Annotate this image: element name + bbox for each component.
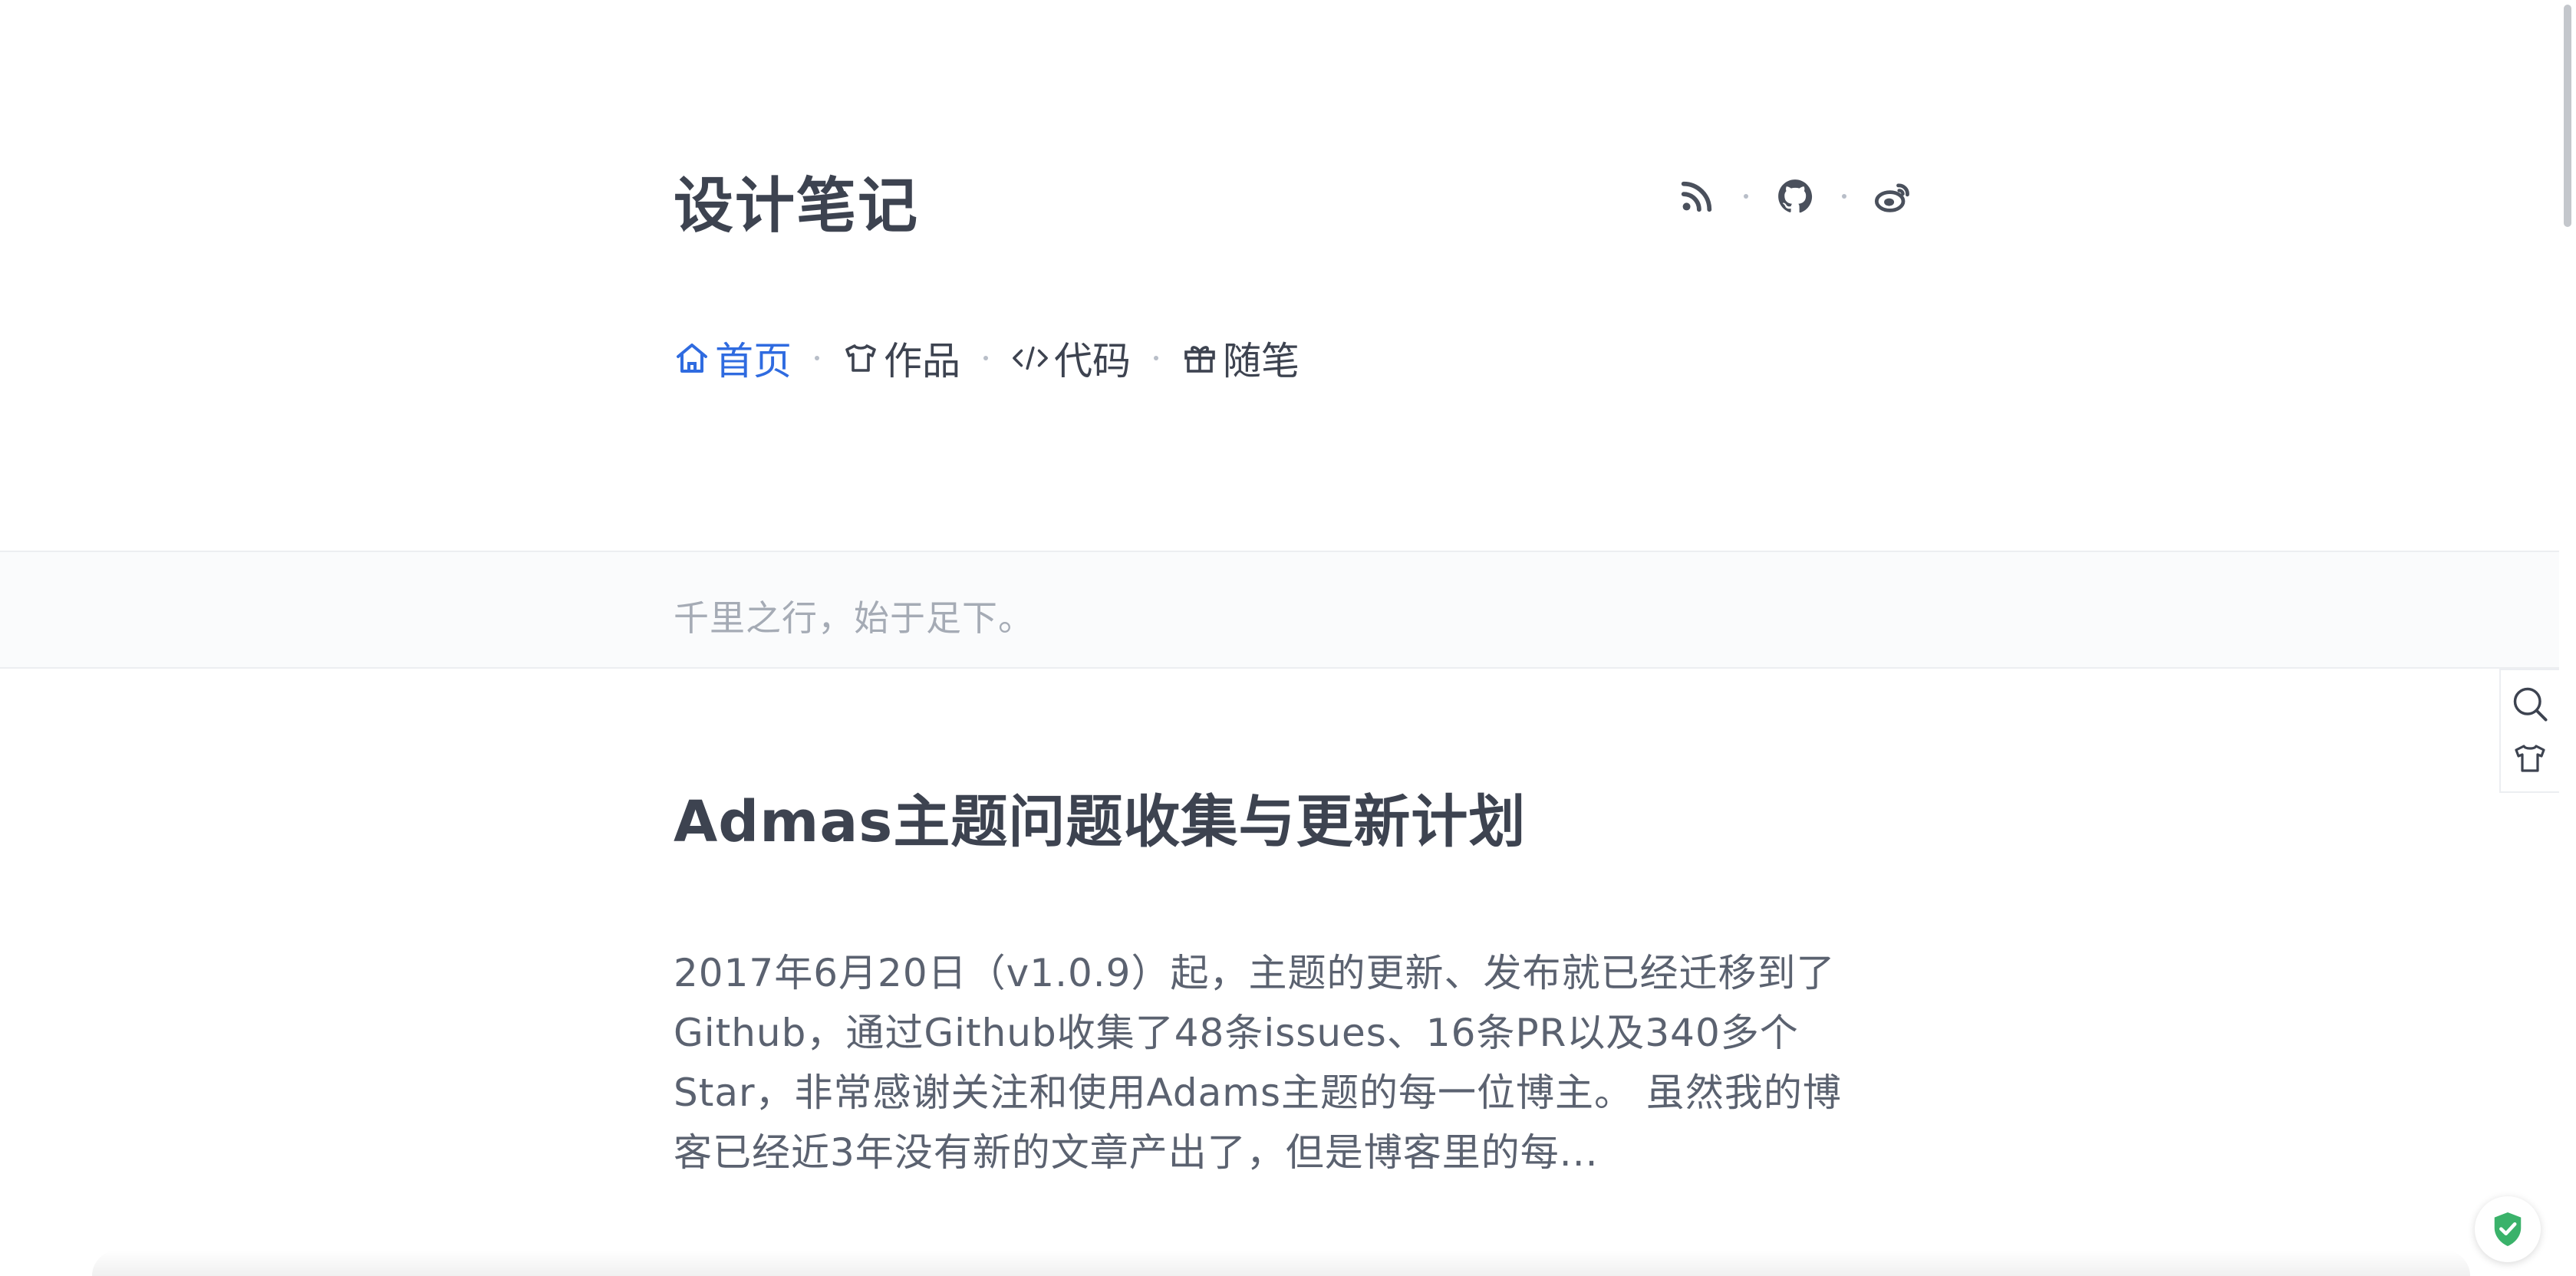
nav-item-label: 首页	[715, 339, 792, 383]
shield-badge[interactable]	[2475, 1196, 2541, 1262]
gift-icon	[1181, 340, 1218, 377]
code-icon	[1011, 340, 1049, 377]
nav-item-label: 作品	[884, 339, 960, 383]
shield-check-icon	[2494, 1212, 2522, 1247]
motto-bar: 千里之行，始于足下。	[0, 551, 2559, 669]
page: 设计笔记 首页 作品 代码 随笔 千里之行，始于足下。 Admas主题问题收集与…	[0, 0, 2576, 1276]
post-title[interactable]: Admas主题问题收集与更新计划	[674, 784, 1526, 860]
separator-dot	[983, 356, 988, 360]
shirt-icon	[842, 340, 879, 377]
motto-text: 千里之行，始于足下。	[674, 597, 1034, 639]
nav-item-label: 随笔	[1223, 339, 1300, 383]
github-icon[interactable]	[1774, 176, 1816, 217]
post-excerpt: 2017年6月20日（v1.0.9）起，主题的更新、发布就已经迁移到了Githu…	[674, 951, 1842, 1175]
main-nav: 首页 作品 代码 随笔	[674, 331, 1300, 385]
separator-dot	[1154, 356, 1158, 360]
separator-dot	[1842, 194, 1846, 199]
separator-dot	[815, 356, 819, 360]
social-links	[1676, 173, 1914, 219]
home-icon	[674, 340, 710, 377]
separator-dot	[1744, 194, 1748, 199]
nav-item-code[interactable]: 代码	[1011, 331, 1131, 386]
search-icon[interactable]	[2507, 681, 2553, 727]
nav-item-label: 代码	[1054, 339, 1131, 383]
floating-toolbar	[2499, 669, 2559, 793]
nav-item-essays[interactable]: 随笔	[1181, 331, 1300, 386]
shirt-icon[interactable]	[2507, 735, 2553, 781]
scrollbar-thumb[interactable]	[2564, 5, 2571, 227]
nav-item-works[interactable]: 作品	[842, 331, 960, 386]
nav-item-home[interactable]: 首页	[674, 331, 792, 386]
next-card-edge	[92, 1250, 2470, 1276]
site-title[interactable]: 设计笔记	[674, 164, 919, 248]
weibo-icon[interactable]	[1873, 176, 1914, 217]
scrollbar[interactable]	[2559, 0, 2576, 1276]
rss-icon[interactable]	[1676, 176, 1718, 217]
